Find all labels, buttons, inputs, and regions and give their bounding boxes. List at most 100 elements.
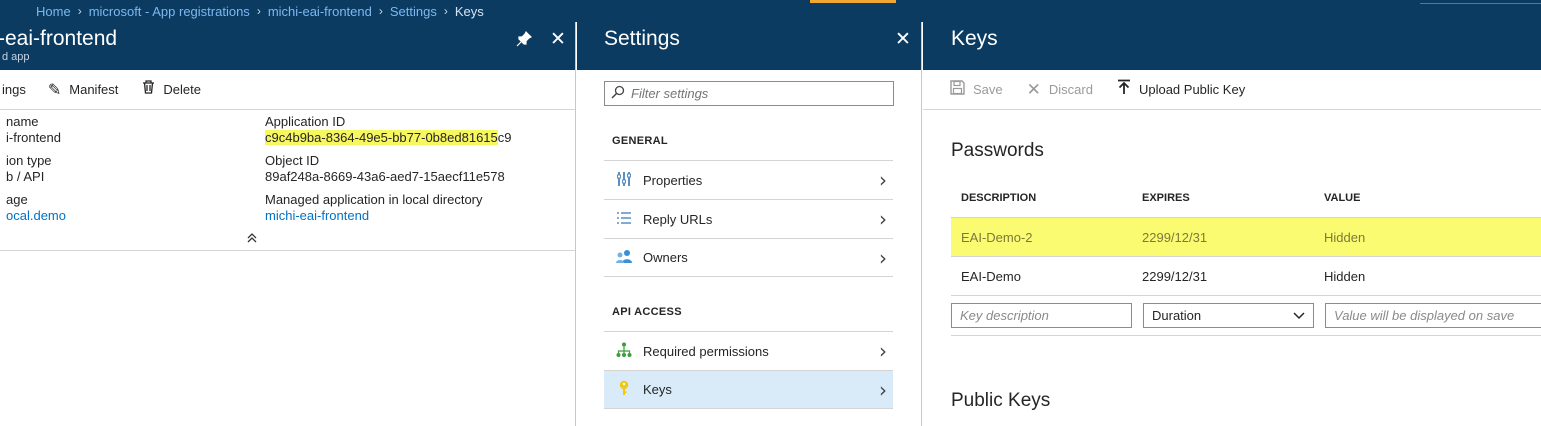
app-blade-title: -eai-frontend <box>0 27 118 50</box>
menu-item-properties[interactable]: Properties › <box>604 160 893 199</box>
row-expires: 2299/12/31 <box>1142 229 1208 245</box>
key-icon <box>615 380 633 399</box>
menu-item-label: Properties <box>643 172 703 188</box>
duration-select[interactable]: Duration <box>1143 303 1314 328</box>
table-row[interactable]: EAI-Demo-2 2299/12/31 Hidden <box>951 218 1541 257</box>
keys-blade-header: Keys <box>923 22 1541 70</box>
duration-selected-value: Duration <box>1152 308 1202 323</box>
column-description: DESCRIPTION <box>961 191 1037 204</box>
manifest-button-label: Manifest <box>69 82 119 97</box>
app-blade: -eai-frontend d app ✕ ings ✎ Manifest De… <box>0 22 576 426</box>
save-button-label: Save <box>973 82 1003 97</box>
app-type-label: ion type <box>6 153 52 168</box>
menu-item-reply-urls[interactable]: Reply URLs › <box>604 199 893 238</box>
settings-blade-header: Settings ✕ <box>577 22 921 70</box>
menu-item-owners[interactable]: Owners › <box>604 238 893 277</box>
filter-settings-field[interactable] <box>604 81 894 106</box>
display-name-value: i-frontend <box>6 130 61 145</box>
application-id-highlight: c9c4b9ba-8364-49e5-bb77-0b8ed81615 <box>265 130 498 145</box>
managed-app-link[interactable]: michi-eai-frontend <box>265 208 369 223</box>
row-description: EAI-Demo <box>961 268 1021 284</box>
collapse-essentials-icon[interactable] <box>247 232 257 246</box>
api-access-section-header: API ACCESS <box>612 306 682 318</box>
menu-item-label: Required permissions <box>643 343 769 359</box>
divider <box>1420 3 1541 4</box>
passwords-title: Passwords <box>951 140 1044 161</box>
chevron-right-icon: › <box>378 4 383 18</box>
homepage-label: age <box>6 192 28 207</box>
keys-blade: Keys Save ✕ Discard Upload Public Key Pa… <box>923 22 1541 426</box>
public-keys-title: Public Keys <box>951 390 1051 411</box>
pencil-icon: ✎ <box>47 81 62 99</box>
upload-icon <box>1117 79 1131 100</box>
discard-button-label: Discard <box>1048 82 1093 97</box>
breadcrumb-settings[interactable]: Settings <box>390 4 437 19</box>
discard-button[interactable]: ✕ Discard <box>1027 80 1093 100</box>
chevron-right-icon: › <box>879 339 887 363</box>
breadcrumb-app-registrations[interactable]: microsoft - App registrations <box>89 4 250 19</box>
properties-icon <box>615 171 633 190</box>
menu-item-label: Owners <box>643 250 688 265</box>
save-button[interactable]: Save <box>950 79 1003 100</box>
chevron-right-icon: › <box>879 168 887 192</box>
users-icon <box>615 249 633 266</box>
app-type-value: b / API <box>6 169 45 184</box>
table-header: DESCRIPTION EXPIRES VALUE <box>951 178 1541 218</box>
app-blade-subtitle: d app <box>2 51 30 63</box>
search-icon <box>611 85 625 102</box>
key-description-input[interactable]: Key description <box>951 303 1132 328</box>
manifest-button[interactable]: ✎ Manifest <box>48 80 119 100</box>
settings-blade: Settings ✕ GENERAL Properties › Reply UR… <box>577 22 922 426</box>
trash-icon <box>142 80 155 99</box>
chevron-right-icon: › <box>256 4 261 18</box>
row-description: EAI-Demo-2 <box>961 229 1033 245</box>
table-row[interactable]: EAI-Demo 2299/12/31 Hidden <box>951 257 1541 296</box>
general-section-header: GENERAL <box>612 135 668 147</box>
essentials-left: name i-frontend ion type b / API age oca… <box>6 114 66 224</box>
menu-item-label: Keys <box>643 382 672 397</box>
pin-icon[interactable] <box>516 30 533 51</box>
upload-public-key-button[interactable]: Upload Public Key <box>1117 79 1245 100</box>
save-icon <box>950 79 965 100</box>
menu-item-keys[interactable]: Keys › <box>604 370 893 409</box>
object-id-label: Object ID <box>265 153 320 168</box>
app-blade-header: -eai-frontend d app ✕ <box>0 22 575 70</box>
settings-button[interactable]: ings <box>2 82 26 97</box>
application-id-rest: c9 <box>497 130 512 145</box>
chevron-right-icon: › <box>879 245 887 270</box>
chevron-down-icon <box>1293 308 1305 323</box>
delete-button[interactable]: Delete <box>142 80 201 99</box>
chevron-right-icon: › <box>879 207 887 231</box>
keys-toolbar: Save ✕ Discard Upload Public Key <box>923 70 1541 110</box>
column-value: VALUE <box>1324 191 1361 204</box>
chevron-right-icon: › <box>77 4 82 18</box>
new-key-row: Key description Duration Value will be d… <box>951 296 1541 336</box>
row-expires: 2299/12/31 <box>1142 268 1208 284</box>
app-toolbar: ings ✎ Manifest Delete <box>0 70 575 110</box>
key-description-cell: Key description <box>951 303 1132 328</box>
object-id-value: 89af248a-8669-43a6-aed7-15aecf11e578 <box>265 169 505 184</box>
breadcrumb-app[interactable]: michi-eai-frontend <box>268 4 372 19</box>
application-id-label: Application ID <box>265 114 346 129</box>
delete-button-label: Delete <box>163 82 201 97</box>
menu-item-label: Reply URLs <box>643 211 713 227</box>
row-value: Hidden <box>1324 268 1366 284</box>
passwords-table: DESCRIPTION EXPIRES VALUE EAI-Demo-2 229… <box>951 178 1541 336</box>
breadcrumb-home[interactable]: Home <box>36 4 71 19</box>
value-input[interactable]: Value will be displayed on save <box>1325 303 1541 328</box>
breadcrumb-current: Keys <box>454 3 484 19</box>
homepage-link[interactable]: ocal.demo <box>6 208 66 223</box>
chevron-right-icon: › <box>443 4 448 18</box>
row-value: Hidden <box>1324 229 1366 245</box>
discard-icon: ✕ <box>1026 79 1041 99</box>
column-expires: EXPIRES <box>1142 191 1190 204</box>
display-name-label: name <box>6 114 39 129</box>
upload-public-key-label: Upload Public Key <box>1138 82 1246 97</box>
menu-item-required-permissions[interactable]: Required permissions › <box>604 331 893 370</box>
chevron-right-icon: › <box>879 377 887 402</box>
managed-app-label: Managed application in local directory <box>265 192 483 207</box>
close-icon[interactable]: ✕ <box>550 30 566 49</box>
list-icon <box>615 211 633 228</box>
close-icon[interactable]: ✕ <box>895 30 911 49</box>
filter-settings-input[interactable] <box>631 86 881 101</box>
